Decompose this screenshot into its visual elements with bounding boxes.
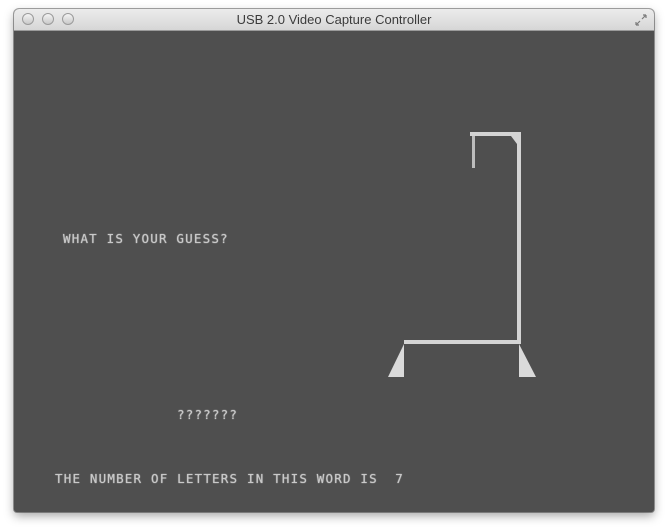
gallows-base-beam	[404, 340, 521, 344]
fullscreen-icon[interactable]	[634, 13, 648, 27]
app-window: USB 2.0 Video Capture Controller WHAT IS…	[14, 9, 654, 512]
gallows-drawing	[388, 132, 536, 377]
gallows-top-beam	[470, 132, 520, 136]
gallows-brace	[511, 136, 517, 144]
gallows-rope	[472, 136, 475, 168]
gallows-left-foot	[388, 344, 404, 377]
window-title: USB 2.0 Video Capture Controller	[236, 12, 432, 27]
video-capture-screen: WHAT IS YOUR GUESS? ??????? THE NUMBER O…	[14, 31, 654, 512]
title-bar[interactable]: USB 2.0 Video Capture Controller	[14, 9, 654, 31]
gallows-post	[517, 132, 521, 343]
gallows-right-foot	[519, 344, 536, 377]
